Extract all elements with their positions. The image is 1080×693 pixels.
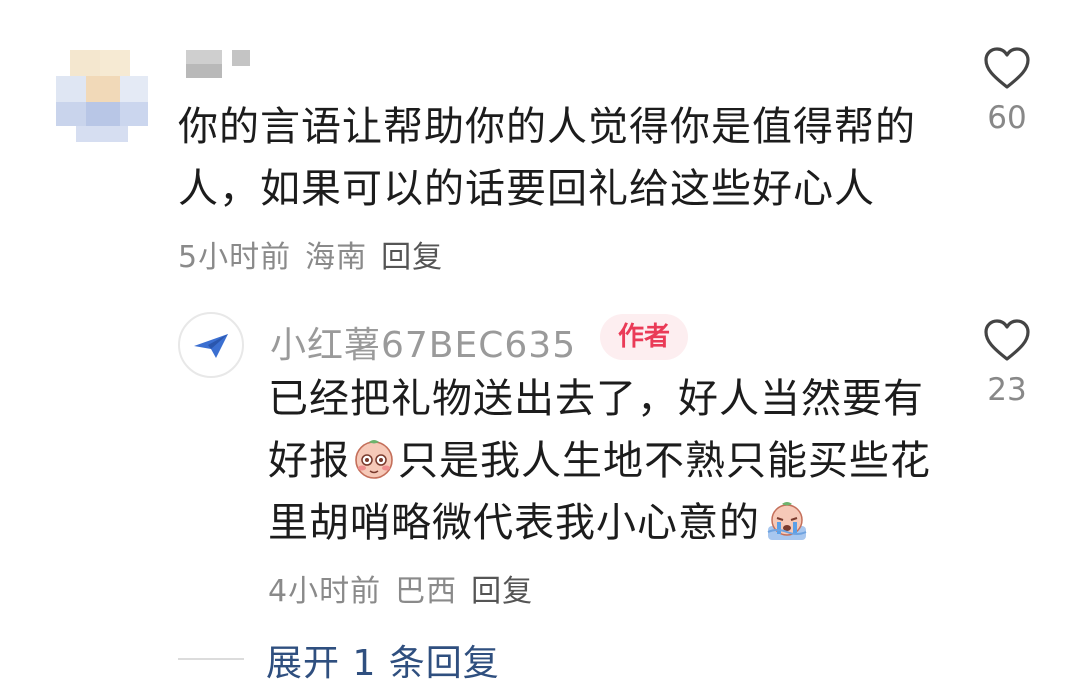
reply-line: 已经把礼物送出去了，好人当然要有: [268, 376, 924, 422]
reply-button[interactable]: 回复: [471, 574, 533, 609]
reply-time: 4小时前: [268, 574, 382, 609]
comment-time: 5小时前: [178, 240, 292, 275]
expand-divider: [178, 658, 244, 660]
reply-text-segment: 只是我人生地不熟只能买些花: [398, 438, 931, 484]
avatar[interactable]: [178, 312, 244, 378]
blurred-username[interactable]: [186, 48, 266, 82]
reply-text-segment: 里胡哨略微代表我小心意的: [268, 500, 760, 546]
reply-text-segment: 好报: [268, 438, 350, 484]
reply-line: 好报 只是我人生地不熟只能买些花: [268, 430, 931, 492]
crying-face-emoji: [767, 502, 807, 540]
reply-button[interactable]: 回复: [381, 240, 443, 275]
reply-location: 巴西: [395, 574, 458, 609]
like-count: 60: [987, 100, 1027, 136]
blushing-face-emoji: [355, 440, 393, 479]
comment-text: 你的言语让帮助你的人觉得你是值得帮的 人，如果可以的话要回礼给这些好心人: [178, 96, 916, 220]
blurred-avatar[interactable]: [56, 50, 148, 142]
heart-outline-icon: [984, 47, 1030, 89]
comment-location: 海南: [305, 240, 368, 275]
like-button[interactable]: 23: [962, 318, 1052, 408]
comment-line: 人，如果可以的话要回礼给这些好心人: [178, 166, 875, 212]
reply-meta: 4小时前 巴西 回复: [268, 566, 547, 610]
reply-username[interactable]: 小红薯67BEC635: [270, 316, 576, 368]
author-badge: 作者: [600, 314, 688, 360]
like-button[interactable]: 60: [962, 46, 1052, 136]
comment-line: 你的言语让帮助你的人觉得你是值得帮的: [178, 104, 916, 150]
comment-meta: 5小时前 海南 回复: [178, 232, 457, 276]
reply-line: 里胡哨略微代表我小心意的: [268, 492, 931, 554]
heart-outline-icon: [984, 319, 1030, 361]
paper-plane-icon: [194, 334, 228, 358]
reply-text: 已经把礼物送出去了，好人当然要有 好报 只是我人生地不熟只能买些花 里胡哨略微代…: [268, 368, 931, 554]
like-count: 23: [987, 372, 1027, 408]
expand-replies-button[interactable]: 展开 1 条回复: [266, 634, 500, 686]
